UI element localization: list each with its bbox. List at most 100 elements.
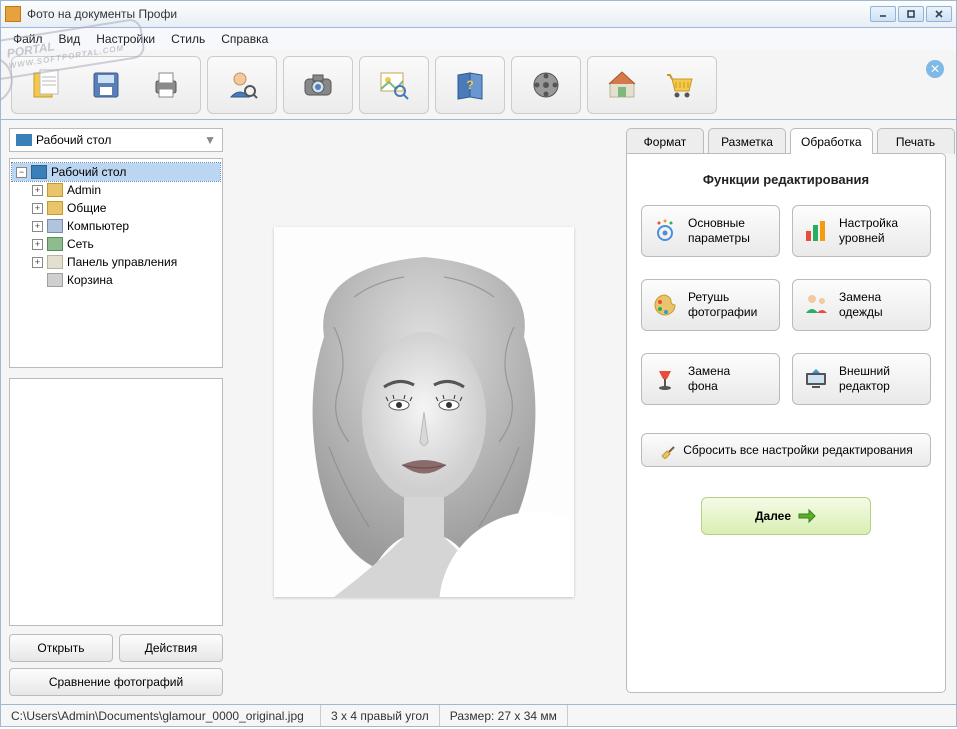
computer-icon [47, 219, 63, 233]
network-icon [47, 237, 63, 251]
tree-item-public[interactable]: + Общие [12, 199, 220, 217]
expand-icon[interactable]: + [32, 185, 43, 196]
menu-settings[interactable]: Настройки [88, 30, 163, 48]
toolbar-home-icon[interactable] [594, 60, 650, 110]
recycle-bin-icon [47, 273, 63, 287]
content-area: Рабочий стол ▼ − Рабочий стол + Admin + … [0, 120, 957, 705]
tree-item-network[interactable]: + Сеть [12, 235, 220, 253]
tree-label: Общие [67, 201, 106, 215]
menubar: Файл Вид Настройки Стиль Справка [0, 28, 957, 50]
edit-basic-button[interactable]: Основныепараметры [641, 205, 780, 257]
edit-clothes-button[interactable]: Заменаодежды [792, 279, 931, 331]
menu-help[interactable]: Справка [213, 30, 276, 48]
window-title: Фото на документы Профи [27, 7, 870, 21]
users-swap-icon [801, 290, 831, 320]
edit-external-button[interactable]: Внешнийредактор [792, 353, 931, 405]
expand-icon[interactable]: + [32, 221, 43, 232]
tab-pane-processing: Функции редактирования Основныепараметры… [626, 153, 946, 693]
folder-tree[interactable]: − Рабочий стол + Admin + Общие + Компьют… [9, 158, 223, 368]
monitor-icon [31, 165, 47, 179]
location-label: Рабочий стол [36, 133, 204, 147]
toolbar-close-help-icon[interactable]: ✕ [926, 60, 944, 78]
bar-chart-icon [801, 216, 831, 246]
compare-photos-button[interactable]: Сравнение фотографий [9, 668, 223, 696]
expand-icon[interactable]: + [32, 239, 43, 250]
status-path: C:\Users\Admin\Documents\glamour_0000_or… [1, 705, 321, 726]
menu-view[interactable]: Вид [51, 30, 89, 48]
expand-icon[interactable]: + [32, 257, 43, 268]
edit-retouch-button[interactable]: Ретушьфотографии [641, 279, 780, 331]
file-preview-pane [9, 378, 223, 626]
app-icon [5, 6, 21, 22]
control-panel-icon [47, 255, 63, 269]
portrait-illustration [274, 227, 574, 597]
toolbar-camera-icon[interactable] [290, 60, 346, 110]
toolbar-help-book-icon[interactable]: ? [442, 60, 498, 110]
toolbar-video-reel-icon[interactable] [518, 60, 574, 110]
tree-label: Компьютер [67, 219, 129, 233]
tree-label: Панель управления [67, 255, 177, 269]
broom-icon [659, 441, 677, 459]
tree-root-desktop[interactable]: − Рабочий стол [12, 163, 220, 181]
toolbar-print-icon[interactable] [138, 60, 194, 110]
titlebar: Фото на документы Профи [0, 0, 957, 28]
gear-sliders-icon [650, 216, 680, 246]
statusbar: C:\Users\Admin\Documents\glamour_0000_or… [0, 705, 957, 727]
tree-label: Рабочий стол [51, 165, 126, 179]
edit-levels-button[interactable]: Настройкауровней [792, 205, 931, 257]
palette-icon [650, 290, 680, 320]
tree-label: Корзина [67, 273, 113, 287]
location-dropdown[interactable]: Рабочий стол ▼ [9, 128, 223, 152]
photo-preview [274, 227, 574, 597]
toolbar-user-search-icon[interactable] [214, 60, 270, 110]
toolbar-save-icon[interactable] [78, 60, 134, 110]
open-button[interactable]: Открыть [9, 634, 113, 662]
tab-print[interactable]: Печать [877, 128, 955, 154]
tab-format[interactable]: Формат [626, 128, 704, 154]
edit-background-button[interactable]: Заменафона [641, 353, 780, 405]
edit-label: Ретушьфотографии [688, 290, 757, 320]
next-label: Далее [755, 509, 791, 523]
reset-label: Сбросить все настройки редактирования [683, 443, 913, 457]
actions-button[interactable]: Действия [119, 634, 223, 662]
tab-processing[interactable]: Обработка [790, 128, 873, 154]
edit-label: Настройкауровней [839, 216, 898, 246]
tree-item-admin[interactable]: + Admin [12, 181, 220, 199]
tree-item-recyclebin[interactable]: Корзина [12, 271, 220, 289]
left-panel: Рабочий стол ▼ − Рабочий стол + Admin + … [1, 120, 231, 704]
minimize-button[interactable] [870, 6, 896, 22]
reset-editing-button[interactable]: Сбросить все настройки редактирования [641, 433, 931, 467]
tabs: Формат Разметка Обработка Печать [626, 128, 946, 154]
lamp-icon [650, 364, 680, 394]
tree-label: Admin [67, 183, 101, 197]
collapse-icon[interactable]: − [16, 167, 27, 178]
editing-heading: Функции редактирования [641, 172, 931, 187]
tree-item-computer[interactable]: + Компьютер [12, 217, 220, 235]
svg-text:?: ? [466, 78, 473, 92]
folder-icon [47, 183, 63, 197]
expand-icon[interactable]: + [32, 203, 43, 214]
tree-item-controlpanel[interactable]: + Панель управления [12, 253, 220, 271]
edit-label: Заменафона [688, 364, 730, 394]
folder-icon [47, 201, 63, 215]
tab-layout[interactable]: Разметка [708, 128, 786, 154]
toolbar-shop-cart-icon[interactable] [654, 60, 710, 110]
menu-file[interactable]: Файл [5, 30, 51, 48]
edit-label: Заменаодежды [839, 290, 883, 320]
monitor-icon [16, 134, 32, 146]
monitor-upload-icon [801, 364, 831, 394]
chevron-down-icon: ▼ [204, 133, 216, 147]
status-corner: 3 x 4 правый угол [321, 705, 440, 726]
close-button[interactable] [926, 6, 952, 22]
next-button[interactable]: Далее [701, 497, 871, 535]
toolbar-templates-icon[interactable] [18, 60, 74, 110]
toolbar: ? ✕ [0, 50, 957, 120]
center-panel [231, 120, 616, 704]
edit-label: Внешнийредактор [839, 364, 890, 394]
menu-style[interactable]: Стиль [163, 30, 213, 48]
edit-label: Основныепараметры [688, 216, 750, 246]
maximize-button[interactable] [898, 6, 924, 22]
tree-label: Сеть [67, 237, 94, 251]
toolbar-image-search-icon[interactable] [366, 60, 422, 110]
right-panel: Формат Разметка Обработка Печать Функции… [616, 120, 956, 704]
